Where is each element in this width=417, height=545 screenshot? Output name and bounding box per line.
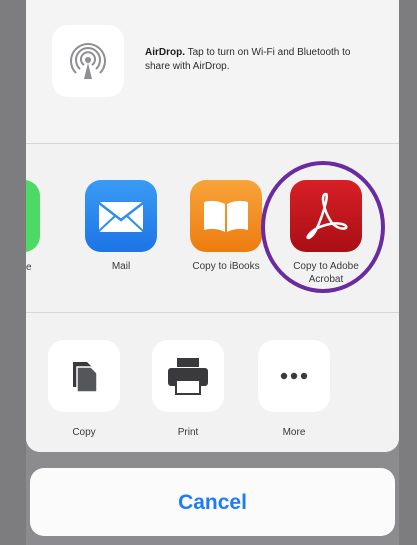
print-icon: [168, 358, 208, 395]
airdrop-row[interactable]: AirDrop. Tap to turn on Wi-Fi and Blueto…: [26, 0, 399, 144]
airdrop-icon: [70, 42, 106, 79]
airdrop-description: AirDrop. Tap to turn on Wi-Fi and Blueto…: [145, 46, 375, 74]
share-app-adobe-acrobat[interactable]: Copy to Adobe Acrobat: [276, 180, 376, 286]
copy-icon-tile[interactable]: [48, 340, 120, 412]
share-apps-row: e Mail Copy to iBooks Copy to Adobe Acro…: [26, 144, 399, 313]
cancel-button[interactable]: Cancel: [30, 468, 395, 536]
adobe-acrobat-icon[interactable]: [290, 180, 362, 252]
action-copy-label: Copy: [72, 427, 96, 438]
share-app-ibooks-label: Copy to iBooks: [192, 261, 260, 272]
print-icon-tile[interactable]: [152, 340, 224, 412]
messages-app-partial-icon[interactable]: [26, 180, 40, 252]
action-copy[interactable]: Copy: [34, 340, 134, 439]
share-app-ibooks[interactable]: Copy to iBooks: [176, 180, 276, 273]
background-left-edge: [0, 0, 26, 545]
more-icon: [280, 372, 308, 380]
action-more-label: More: [282, 427, 306, 438]
share-sheet: AirDrop. Tap to turn on Wi-Fi and Blueto…: [26, 0, 399, 452]
action-print-label: Print: [177, 427, 199, 438]
share-actions-row: Copy Print More: [26, 313, 399, 452]
airdrop-tile[interactable]: [52, 25, 124, 97]
share-app-mail-label: Mail: [111, 261, 131, 272]
mail-icon[interactable]: [85, 180, 157, 252]
copy-icon: [73, 362, 98, 393]
more-icon-tile[interactable]: [258, 340, 330, 412]
airdrop-title: AirDrop.: [145, 47, 185, 58]
share-app-adobe-acrobat-label: Copy to Adobe Acrobat: [293, 261, 359, 285]
action-print[interactable]: Print: [138, 340, 238, 439]
share-app-mail[interactable]: Mail: [71, 180, 171, 273]
background-right-edge: [399, 0, 417, 545]
ibooks-icon[interactable]: [190, 180, 262, 252]
messages-app-partial-label: e: [26, 262, 32, 273]
action-more[interactable]: More: [244, 340, 344, 439]
